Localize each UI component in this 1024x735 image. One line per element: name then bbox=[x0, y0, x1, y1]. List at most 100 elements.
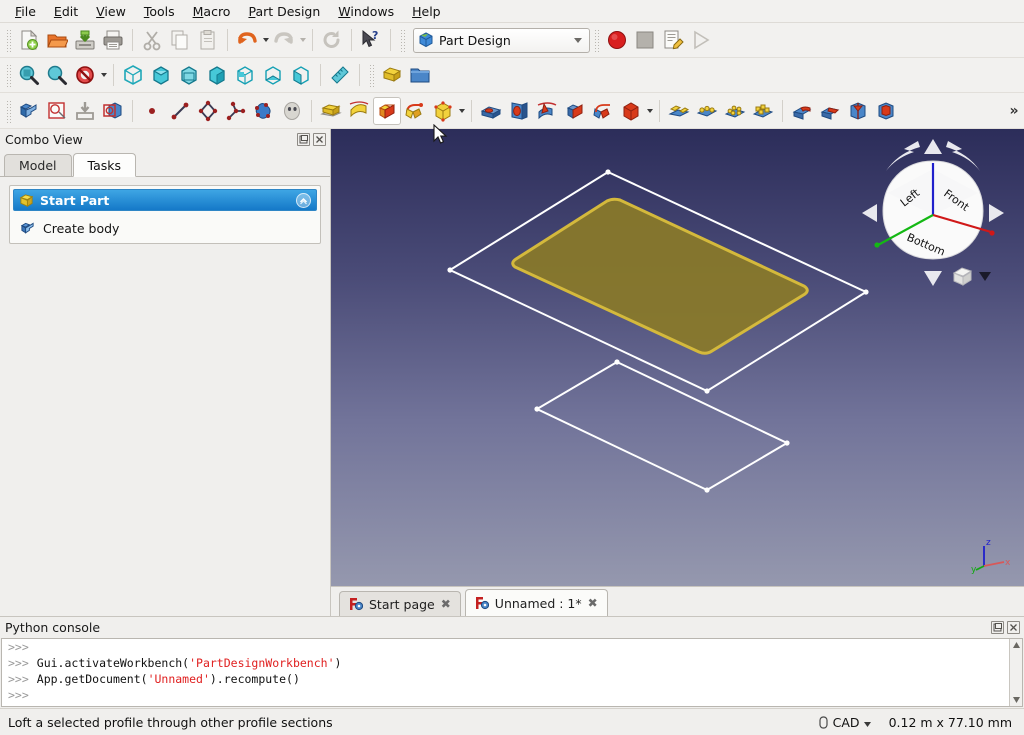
create-sketch-button[interactable] bbox=[43, 97, 71, 125]
create-bspline-button[interactable] bbox=[250, 97, 278, 125]
fit-selection-button[interactable] bbox=[43, 61, 71, 89]
workbench-selector[interactable]: Part Design bbox=[413, 27, 590, 53]
copy-button[interactable] bbox=[166, 26, 194, 54]
tab-tasks[interactable]: Tasks bbox=[72, 153, 137, 177]
document-tab-unnamed[interactable]: Unnamed : 1* ✖ bbox=[464, 589, 608, 616]
left-view-button[interactable] bbox=[287, 61, 315, 89]
menu-tools[interactable]: Tools bbox=[135, 2, 184, 21]
create-line-button[interactable] bbox=[166, 97, 194, 125]
refresh-button[interactable] bbox=[318, 26, 346, 54]
linear-pattern-button[interactable] bbox=[693, 97, 721, 125]
fit-all-button[interactable] bbox=[15, 61, 43, 89]
print-button[interactable] bbox=[99, 26, 127, 54]
additive-primitive-dropdown-arrow[interactable] bbox=[457, 97, 466, 125]
menu-file[interactable]: File bbox=[6, 2, 45, 21]
create-polyline-button[interactable] bbox=[194, 97, 222, 125]
menu-view[interactable]: View bbox=[87, 2, 135, 21]
create-point-button[interactable] bbox=[138, 97, 166, 125]
draw-style-dropdown-arrow[interactable] bbox=[99, 61, 108, 89]
redo-button[interactable] bbox=[270, 26, 298, 54]
thickness-button[interactable] bbox=[872, 97, 900, 125]
float-panel-icon[interactable] bbox=[991, 621, 1004, 634]
subtractive-loft-button[interactable] bbox=[561, 97, 589, 125]
subtractive-primitive-dropdown-arrow[interactable] bbox=[645, 97, 654, 125]
macro-execute-button[interactable] bbox=[687, 26, 715, 54]
document-tab-start-page[interactable]: Start page ✖ bbox=[339, 591, 461, 616]
close-tab-icon[interactable]: ✖ bbox=[441, 597, 451, 611]
additive-primitive-button[interactable] bbox=[429, 97, 457, 125]
redo-dropdown-arrow[interactable] bbox=[298, 26, 307, 54]
open-document-button[interactable] bbox=[43, 26, 71, 54]
pad-button[interactable] bbox=[317, 97, 345, 125]
task-header-start-part[interactable]: Start Part bbox=[13, 189, 317, 211]
front-view-button[interactable] bbox=[147, 61, 175, 89]
hole-button[interactable] bbox=[505, 97, 533, 125]
python-console-output[interactable]: >>> >>> Gui.activateWorkbench('PartDesig… bbox=[1, 638, 1023, 707]
top-view-button[interactable] bbox=[175, 61, 203, 89]
toolbar-grip[interactable] bbox=[5, 28, 12, 52]
part-box-button[interactable] bbox=[378, 61, 406, 89]
toolbar-grip[interactable] bbox=[368, 63, 375, 87]
macro-record-button[interactable] bbox=[603, 26, 631, 54]
console-scrollbar[interactable] bbox=[1009, 639, 1022, 706]
chevron-down-icon[interactable] bbox=[863, 715, 871, 730]
task-item-create-body[interactable]: Create body bbox=[10, 214, 320, 243]
bottom-view-button[interactable] bbox=[259, 61, 287, 89]
macro-stop-button[interactable] bbox=[631, 26, 659, 54]
undo-dropdown-arrow[interactable] bbox=[261, 26, 270, 54]
menu-macro[interactable]: Macro bbox=[184, 2, 240, 21]
loft-button[interactable] bbox=[373, 96, 401, 125]
measure-button[interactable] bbox=[326, 61, 354, 89]
rear-view-button[interactable] bbox=[231, 61, 259, 89]
multi-transform-button[interactable] bbox=[749, 97, 777, 125]
polar-pattern-button[interactable] bbox=[721, 97, 749, 125]
scroll-up-icon[interactable] bbox=[1011, 639, 1022, 651]
create-group-button[interactable] bbox=[406, 61, 434, 89]
draft-button[interactable] bbox=[844, 97, 872, 125]
draw-style-button[interactable] bbox=[71, 61, 99, 89]
float-panel-icon[interactable] bbox=[297, 133, 310, 146]
undo-button[interactable] bbox=[233, 26, 261, 54]
create-arc-button[interactable] bbox=[222, 97, 250, 125]
scroll-down-icon[interactable] bbox=[1011, 694, 1022, 706]
chevron-down-icon[interactable] bbox=[574, 37, 582, 43]
macro-edit-button[interactable] bbox=[659, 26, 687, 54]
mirrored-button[interactable] bbox=[665, 97, 693, 125]
create-body-button[interactable] bbox=[15, 97, 43, 125]
subtractive-primitive-button[interactable] bbox=[617, 97, 645, 125]
menu-windows[interactable]: Windows bbox=[329, 2, 403, 21]
tab-model[interactable]: Model bbox=[4, 154, 72, 176]
close-panel-icon[interactable] bbox=[313, 133, 326, 146]
toolbar-grip[interactable] bbox=[5, 98, 12, 123]
toolbar-grip[interactable] bbox=[5, 63, 12, 87]
axonometric-view-button[interactable] bbox=[119, 61, 147, 89]
groove-button[interactable] bbox=[533, 97, 561, 125]
close-tab-icon[interactable]: ✖ bbox=[588, 596, 598, 610]
chamfer-button[interactable] bbox=[816, 97, 844, 125]
3d-view[interactable]: Left Front Bottom z x y bbox=[331, 129, 1024, 586]
toolbar-grip[interactable] bbox=[399, 28, 406, 52]
revolution-button[interactable] bbox=[345, 97, 373, 125]
cut-button[interactable] bbox=[138, 26, 166, 54]
right-view-button[interactable] bbox=[203, 61, 231, 89]
additive-pipe-button[interactable] bbox=[401, 97, 429, 125]
save-document-button[interactable] bbox=[71, 26, 99, 54]
create-shape-button[interactable] bbox=[278, 97, 306, 125]
menu-part-design[interactable]: Part Design bbox=[239, 2, 329, 21]
toolbar-grip[interactable] bbox=[593, 28, 600, 52]
new-document-button[interactable] bbox=[15, 26, 43, 54]
fillet-button[interactable] bbox=[788, 97, 816, 125]
unit-system-selector[interactable]: CAD bbox=[818, 715, 871, 730]
attach-sketch-button[interactable] bbox=[71, 97, 99, 125]
toolbar-overflow-button[interactable]: » bbox=[1005, 103, 1021, 119]
whats-this-button[interactable]: ? bbox=[357, 26, 385, 54]
shape-binder-button[interactable] bbox=[99, 97, 127, 125]
close-panel-icon[interactable] bbox=[1007, 621, 1020, 634]
paste-button[interactable] bbox=[194, 26, 222, 54]
menu-help[interactable]: Help bbox=[403, 2, 450, 21]
menu-edit[interactable]: Edit bbox=[45, 2, 87, 21]
navigation-cube[interactable]: Left Front Bottom bbox=[858, 135, 1008, 290]
chevron-up-icon[interactable] bbox=[296, 192, 311, 208]
pocket-button[interactable] bbox=[477, 97, 505, 125]
subtractive-pipe-button[interactable] bbox=[589, 97, 617, 125]
